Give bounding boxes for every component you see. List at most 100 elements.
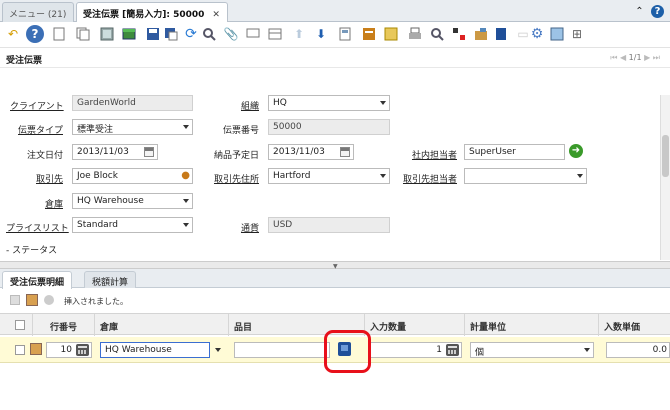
bpcontact-label[interactable]: 取引先担当者 [398, 172, 457, 185]
delete-icon[interactable] [98, 25, 116, 43]
customize-icon[interactable]: ⊞ [568, 25, 586, 43]
column-header-line[interactable]: 行番号 [50, 320, 77, 333]
doctype-select[interactable]: 標準受注 [72, 119, 193, 135]
promised-date-field[interactable]: 2013/11/03 [268, 144, 354, 160]
row-warehouse-dropdown[interactable] [211, 342, 225, 358]
row-warehouse-field[interactable]: HQ Warehouse [100, 342, 210, 358]
save-new-icon[interactable] [162, 25, 180, 43]
report-icon[interactable] [360, 25, 378, 43]
bplocation-select[interactable]: Hartford [268, 168, 390, 184]
orderdate-value: 2013/11/03 [77, 147, 129, 157]
calendar-icon[interactable] [144, 147, 154, 157]
new-record-icon[interactable] [50, 25, 68, 43]
pricelist-label[interactable]: プライスリスト [6, 221, 69, 234]
find-icon[interactable] [200, 25, 218, 43]
save-icon[interactable] [144, 25, 162, 43]
zoom-across-icon[interactable] [428, 25, 446, 43]
arrow-up-icon[interactable]: ⬆ [290, 25, 308, 43]
tab-sales-order[interactable]: 受注伝票 [簡易入力]: 50000 ✕ [76, 2, 228, 23]
status-section-toggle[interactable]: - ステータス [6, 243, 57, 256]
tab-menu[interactable]: メニュー (21) [2, 2, 74, 22]
highlight-annotation [324, 330, 371, 373]
chat-icon[interactable] [244, 25, 262, 43]
first-record-icon[interactable]: ⏮ [610, 53, 617, 62]
last-record-icon[interactable]: ⏭ [653, 53, 660, 62]
help-button-icon[interactable]: ? [26, 25, 44, 43]
attachment-icon[interactable]: 📎 [222, 25, 240, 43]
org-select[interactable]: HQ [268, 95, 390, 111]
bpartner-label[interactable]: 取引先 [10, 172, 63, 185]
archived-docs-icon[interactable] [382, 25, 400, 43]
orderdate-field[interactable]: 2013/11/03 [72, 144, 158, 160]
product-info-icon[interactable] [492, 25, 510, 43]
client-field: GardenWorld [72, 95, 193, 111]
client-label[interactable]: クライアント [10, 99, 64, 112]
row-product-field[interactable] [234, 342, 330, 358]
chevron-down-icon [577, 174, 583, 178]
row-price-field[interactable]: 0.0 [606, 342, 670, 358]
export-icon[interactable] [548, 25, 566, 43]
arrow-right-icon[interactable]: ➜ [569, 144, 583, 158]
calculator-icon[interactable] [76, 344, 89, 356]
org-select-value: HQ [273, 98, 287, 108]
org-label[interactable]: 組織 [215, 99, 259, 112]
calendar-icon[interactable] [340, 147, 350, 157]
line-number-field[interactable]: 10 [46, 342, 92, 358]
refresh-icon[interactable]: ⟳ [182, 25, 200, 43]
scrollbar-thumb[interactable] [662, 135, 669, 177]
docno-field: 50000 [268, 119, 390, 135]
bpcontact-select[interactable] [464, 168, 587, 184]
edit-icon[interactable] [26, 294, 38, 306]
edit-row-icon[interactable] [30, 343, 42, 355]
previous-record-icon[interactable]: ◀ [620, 53, 626, 62]
delete-line-icon[interactable] [44, 295, 54, 305]
detail-toolbar: 挿入されました。 [0, 291, 670, 309]
salesrep-field[interactable]: SuperUser [464, 144, 565, 160]
grid-toggle-icon[interactable] [266, 25, 284, 43]
new-line-icon[interactable] [10, 295, 20, 305]
detail-record-icon[interactable] [336, 25, 354, 43]
currency-label[interactable]: 通貨 [215, 221, 259, 234]
bplocation-label[interactable]: 取引先住所 [205, 172, 259, 185]
column-header-product[interactable]: 品目 [234, 320, 252, 333]
panel-splitter[interactable]: ▼ [0, 261, 670, 270]
salesrep-label[interactable]: 社内担当者 [400, 148, 457, 161]
calculator-icon[interactable] [446, 344, 459, 356]
row-checkbox[interactable] [15, 345, 25, 355]
column-header-uom[interactable]: 計量単位 [470, 320, 506, 333]
person-icon[interactable]: ● [181, 170, 190, 181]
next-record-icon[interactable]: ▶ [644, 53, 650, 62]
doctype-label[interactable]: 伝票タイプ [10, 123, 63, 136]
form-scrollbar[interactable] [660, 95, 670, 260]
request-icon[interactable] [472, 25, 490, 43]
warehouse-label[interactable]: 倉庫 [10, 197, 63, 210]
window-title-bar: 受注伝票 ⏮ ◀ 1/1 ▶ ⏭ [0, 48, 670, 68]
collapse-icon[interactable]: ⌃ [633, 5, 646, 18]
chevron-down-icon [380, 101, 386, 105]
chevron-down-icon [584, 348, 590, 352]
undo-icon[interactable]: ↶ [4, 25, 22, 43]
print-icon[interactable] [406, 25, 424, 43]
pricelist-select[interactable]: Standard [72, 217, 193, 233]
column-header-price[interactable]: 入数単価 [604, 320, 640, 333]
workflow-icon[interactable] [450, 25, 468, 43]
arrow-down-icon[interactable]: ⬇ [312, 25, 330, 43]
tab-menu-label: メニュー (21) [9, 10, 67, 20]
chevron-down-icon [183, 223, 189, 227]
column-header-qty[interactable]: 入力数量 [370, 320, 406, 333]
select-all-checkbox[interactable] [15, 320, 25, 330]
tab-order-lines[interactable]: 受注伝票明細 [2, 271, 73, 289]
row-uom-select[interactable]: 個 [470, 342, 594, 358]
column-header-warehouse[interactable]: 倉庫 [100, 320, 118, 333]
tab-tax[interactable]: 税額計算 [84, 271, 137, 288]
settings-icon[interactable]: ⚙ [528, 25, 546, 43]
archive-icon[interactable] [120, 25, 138, 43]
warehouse-select[interactable]: HQ Warehouse [72, 193, 193, 209]
copy-record-icon[interactable] [74, 25, 92, 43]
orderdate-label: 注文日付 [26, 151, 63, 161]
line-number-value: 10 [60, 345, 72, 355]
help-icon[interactable]: ? [651, 5, 664, 18]
row-qty-field[interactable]: 1 [370, 342, 462, 358]
close-tab-icon[interactable]: ✕ [212, 10, 220, 20]
bpartner-field[interactable]: Joe Block ● [72, 168, 193, 184]
